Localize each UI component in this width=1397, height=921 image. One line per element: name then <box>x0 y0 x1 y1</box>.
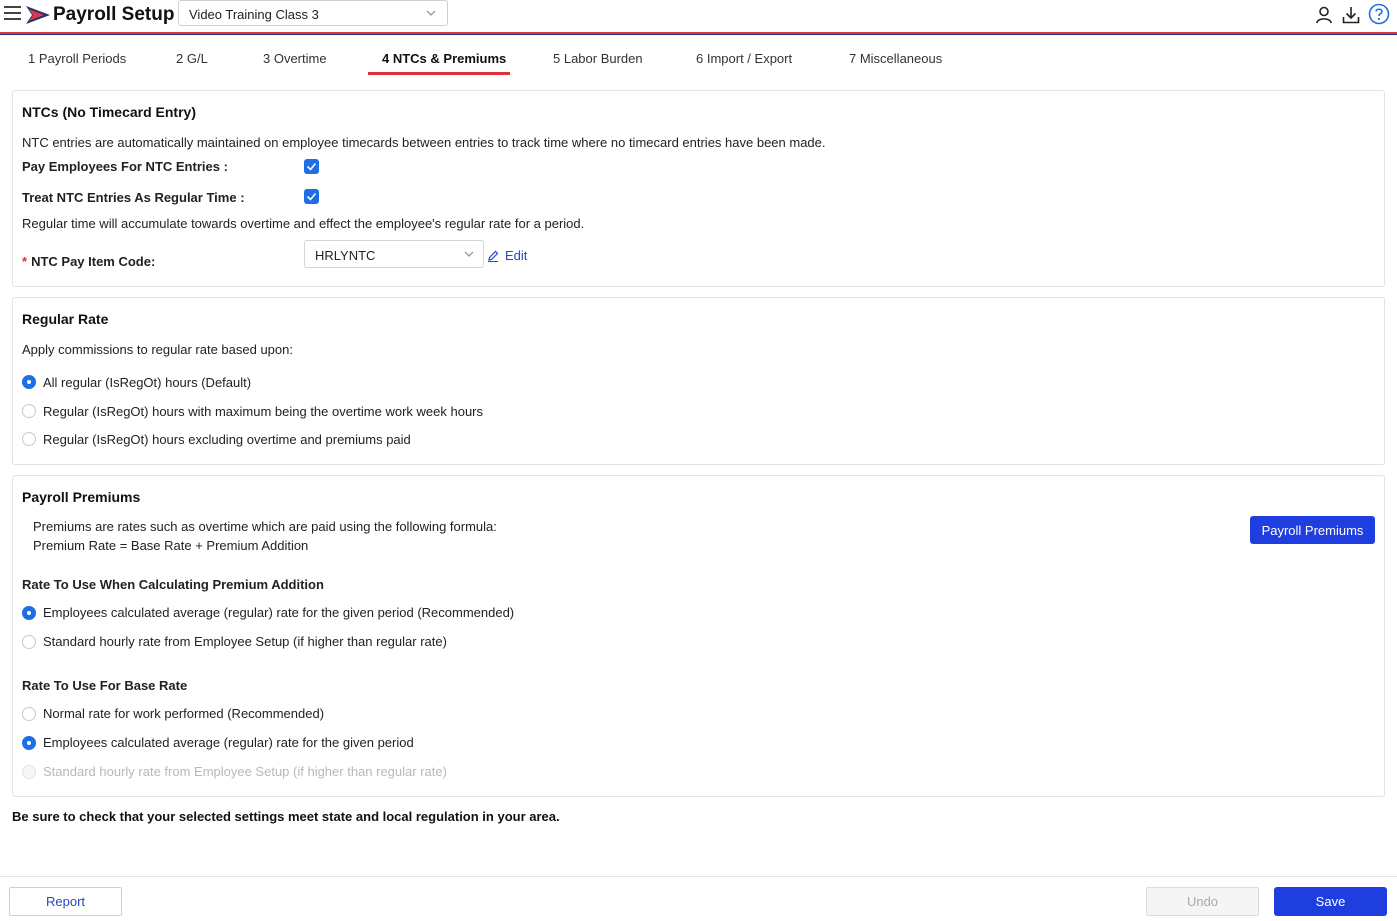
pay-ntc-label: Pay Employees For NTC Entries : <box>22 159 228 174</box>
save-button[interactable]: Save <box>1274 887 1387 916</box>
chevron-down-icon <box>464 251 474 257</box>
tab-overtime[interactable]: 3 Overtime <box>263 51 327 66</box>
base-label-standard: Standard hourly rate from Employee Setup… <box>43 764 447 779</box>
page-title: Payroll Setup <box>53 4 175 25</box>
payroll-premiums-button[interactable]: Payroll Premiums <box>1250 516 1375 544</box>
payroll-premiums-panel: Payroll Premiums Premiums are rates such… <box>12 475 1385 797</box>
user-icon[interactable] <box>1314 5 1334 25</box>
base-label-normal[interactable]: Normal rate for work performed (Recommen… <box>43 706 324 721</box>
ntc-pay-item-value: HRLYNTC <box>315 248 376 263</box>
ntc-panel: NTCs (No Timecard Entry) NTC entries are… <box>12 90 1385 287</box>
help-icon[interactable] <box>1368 3 1390 25</box>
footer-divider <box>0 876 1397 877</box>
regular-time-note: Regular time will accumulate towards ove… <box>22 216 585 231</box>
base-radio-standard <box>22 765 36 779</box>
addition-label-standard[interactable]: Standard hourly rate from Employee Setup… <box>43 634 447 649</box>
addition-radio-average[interactable] <box>22 606 36 620</box>
base-radio-average[interactable] <box>22 736 36 750</box>
addition-radio-standard[interactable] <box>22 635 36 649</box>
header-divider-blue <box>0 34 1397 35</box>
regular-rate-panel: Regular Rate Apply commissions to regula… <box>12 297 1385 465</box>
report-button[interactable]: Report <box>9 887 122 916</box>
pay-ntc-checkbox[interactable] <box>304 159 319 174</box>
tab-gl[interactable]: 2 G/L <box>176 51 208 66</box>
active-tab-indicator <box>368 72 510 75</box>
checkmark-icon <box>306 192 317 201</box>
company-select-value: Video Training Class 3 <box>189 7 319 22</box>
tab-import-export[interactable]: 6 Import / Export <box>696 51 792 66</box>
logo-icon <box>26 6 50 24</box>
base-radio-normal[interactable] <box>22 707 36 721</box>
undo-button: Undo <box>1146 887 1259 916</box>
checkmark-icon <box>306 162 317 171</box>
regular-rate-radio-default[interactable] <box>22 375 36 389</box>
tab-ntcs-premiums[interactable]: 4 NTCs & Premiums <box>382 51 506 66</box>
ntc-description: NTC entries are automatically maintained… <box>22 135 826 150</box>
regular-rate-radio-max-ot[interactable] <box>22 404 36 418</box>
ntc-pay-item-select[interactable]: HRLYNTC <box>304 240 484 268</box>
addition-label-average[interactable]: Employees calculated average (regular) r… <box>43 605 514 620</box>
app-header: Payroll Setup Video Training Class 3 <box>0 0 1397 34</box>
regular-rate-label-default[interactable]: All regular (IsRegOt) hours (Default) <box>43 375 251 390</box>
ntc-title: NTCs (No Timecard Entry) <box>22 104 196 120</box>
regular-rate-title: Regular Rate <box>22 311 109 327</box>
tab-miscellaneous[interactable]: 7 Miscellaneous <box>849 51 942 66</box>
premiums-description-line1: Premiums are rates such as overtime whic… <box>33 519 497 534</box>
required-mark: * <box>22 254 28 269</box>
edit-pay-item-link[interactable]: Edit <box>487 248 527 263</box>
company-select[interactable]: Video Training Class 3 <box>178 0 448 26</box>
download-icon[interactable] <box>1341 5 1361 25</box>
tab-bar: 1 Payroll Periods 2 G/L 3 Overtime 4 NTC… <box>0 36 1397 80</box>
base-rate-title: Rate To Use For Base Rate <box>22 678 188 693</box>
regulation-warning: Be sure to check that your selected sett… <box>12 809 560 824</box>
regular-rate-radio-excluding[interactable] <box>22 432 36 446</box>
base-label-average[interactable]: Employees calculated average (regular) r… <box>43 735 414 750</box>
treat-ntc-label: Treat NTC Entries As Regular Time : <box>22 190 245 205</box>
tab-payroll-periods[interactable]: 1 Payroll Periods <box>28 51 126 66</box>
treat-ntc-regular-checkbox[interactable] <box>304 189 319 204</box>
regular-rate-label-max-ot[interactable]: Regular (IsRegOt) hours with maximum bei… <box>43 404 483 419</box>
payroll-premiums-title: Payroll Premiums <box>22 489 141 505</box>
ntc-pay-item-label: * NTC Pay Item Code: <box>22 254 156 269</box>
tab-labor-burden[interactable]: 5 Labor Burden <box>553 51 643 66</box>
menu-icon[interactable] <box>4 6 21 20</box>
regular-rate-label-excluding[interactable]: Regular (IsRegOt) hours excluding overti… <box>43 432 411 447</box>
regular-rate-description: Apply commissions to regular rate based … <box>22 342 293 357</box>
pencil-icon <box>488 250 499 262</box>
premium-addition-title: Rate To Use When Calculating Premium Add… <box>22 577 324 592</box>
chevron-down-icon <box>426 10 436 16</box>
premiums-description-line2: Premium Rate = Base Rate + Premium Addit… <box>33 538 309 553</box>
